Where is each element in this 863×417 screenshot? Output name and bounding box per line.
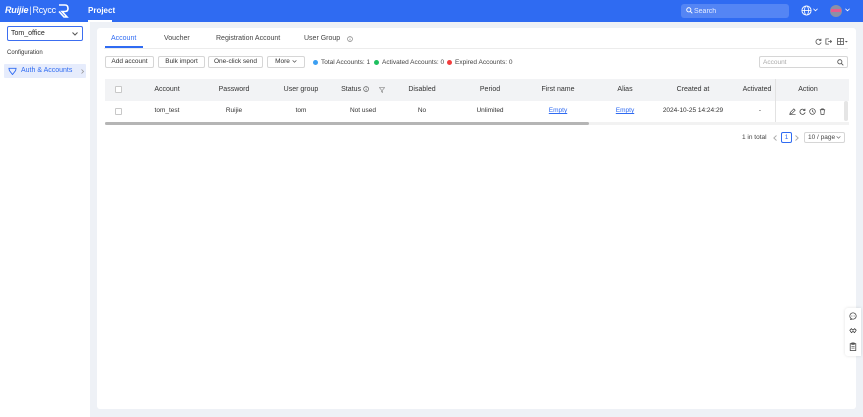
nav-project-tab[interactable]: Project [88, 6, 115, 15]
more-button-label: More [275, 58, 290, 65]
tab-user-group[interactable]: User Group [304, 35, 340, 42]
bulk-import-button[interactable]: Bulk import [158, 56, 205, 68]
cell-password: Ruijie [225, 107, 243, 114]
sidebar-section-label: Configuration [7, 50, 43, 56]
table-header [105, 79, 849, 101]
brand-name-ruijie: Ruijie [5, 5, 29, 15]
row-checkbox[interactable] [115, 108, 122, 115]
column-header-alias: Alias [617, 86, 633, 93]
column-header-account[interactable]: Account [154, 86, 179, 93]
sidebar: Tom_office Configuration Auth & Accounts [0, 22, 90, 417]
floating-help-toolbar [845, 308, 861, 356]
table-horizontal-scroll-thumb[interactable] [105, 122, 589, 125]
pagination-total: 1 in total [742, 134, 767, 141]
column-header-period: Period [479, 86, 501, 93]
column-header-status: Status [341, 86, 369, 93]
column-header-password: Password [218, 86, 250, 93]
info-icon[interactable] [363, 86, 369, 92]
project-select[interactable]: Tom_office [7, 26, 83, 41]
filter-icon[interactable] [379, 87, 385, 93]
chat-icon[interactable] [849, 312, 857, 320]
chevron-down-icon [292, 59, 297, 63]
pagination-page-1[interactable]: 1 [781, 132, 792, 143]
total-accounts-stat: Total Accounts: 1 [321, 59, 371, 66]
column-header-created-at[interactable]: Created at [677, 86, 710, 93]
brand-mark-icon [58, 4, 69, 18]
expired-status-dot [447, 60, 452, 65]
column-header-status-label: Status [341, 86, 361, 93]
info-icon[interactable] [347, 36, 353, 42]
export-icon[interactable] [825, 38, 832, 45]
more-button[interactable]: More [267, 56, 305, 68]
column-header-activated: Activated [742, 86, 772, 93]
table-horizontal-scrollbar[interactable] [105, 122, 849, 125]
global-search-input[interactable] [694, 5, 784, 17]
refresh-icon[interactable] [815, 38, 822, 45]
cell-created-at: 2024-10-25 14:24:29 [662, 107, 724, 114]
chevron-down-icon[interactable] [845, 8, 850, 12]
search-icon [686, 7, 693, 14]
cell-status: Not used [349, 107, 377, 114]
chevron-down-icon [836, 136, 841, 139]
shield-icon [8, 67, 17, 75]
tab-registration-account[interactable]: Registration Account [216, 35, 280, 42]
chevron-down-icon[interactable] [813, 8, 818, 12]
handshake-icon[interactable] [849, 327, 857, 335]
page-size-value: 10 / page [808, 134, 836, 141]
trash-icon[interactable] [819, 108, 826, 115]
brand-name-rcycc: Rcycc [32, 5, 56, 15]
column-header-disabled: Disabled [408, 86, 436, 93]
top-navigation-bar: Ruijie|Rcycc Project [0, 0, 863, 22]
clipboard-icon[interactable] [849, 342, 857, 351]
edit-icon[interactable] [789, 108, 796, 115]
nav-active-indicator [88, 20, 112, 22]
account-search-input[interactable] [763, 58, 833, 67]
reset-icon[interactable] [799, 108, 806, 115]
select-all-checkbox[interactable] [115, 86, 122, 93]
cell-disabled: No [417, 107, 427, 114]
globe-icon[interactable] [801, 5, 812, 16]
accounts-table: Account Password User group Status Disab… [105, 79, 849, 127]
cell-first-name-link[interactable]: Empty [549, 107, 567, 114]
column-header-first-name: First name [541, 86, 575, 93]
column-header-action: Action [798, 86, 818, 93]
project-select-value: Tom_office [11, 30, 45, 37]
column-settings-icon[interactable] [837, 38, 848, 45]
tab-account[interactable]: Account [111, 35, 136, 42]
action-column-divider [775, 79, 776, 122]
search-icon[interactable] [837, 59, 844, 66]
page-size-select[interactable]: 10 / page [804, 132, 845, 143]
sidebar-item-auth-accounts[interactable]: Auth & Accounts [4, 64, 86, 78]
chevron-right-icon[interactable] [795, 135, 799, 141]
global-search[interactable] [681, 4, 789, 18]
activated-accounts-stat: Activated Accounts: 0 [382, 59, 445, 66]
one-click-send-button[interactable]: One-click send [208, 56, 263, 68]
activated-status-dot [374, 60, 379, 65]
cell-account: tom_test [154, 107, 180, 114]
account-search[interactable] [759, 56, 848, 68]
cell-period: Unlimited [476, 107, 504, 114]
main-content-card: Account Voucher Registration Account Use… [97, 28, 856, 409]
chevron-left-icon[interactable] [773, 135, 777, 141]
user-avatar[interactable] [830, 5, 842, 17]
tab-divider [104, 48, 848, 49]
column-header-user-group: User group [283, 86, 319, 93]
table-vertical-scrollbar[interactable] [844, 101, 848, 121]
brand-logo-text[interactable]: Ruijie|Rcycc [5, 5, 56, 15]
cell-user-group: tom [295, 107, 307, 114]
cell-activated: - [758, 107, 762, 114]
clock-icon[interactable] [809, 108, 816, 115]
sidebar-item-label: Auth & Accounts [21, 67, 73, 74]
tab-voucher[interactable]: Voucher [164, 35, 190, 42]
chevron-right-icon [81, 69, 84, 74]
expired-accounts-stat: Expired Accounts: 0 [455, 59, 513, 66]
total-status-dot [313, 60, 318, 65]
chevron-down-icon [72, 32, 78, 36]
tab-bar: Account Voucher Registration Account Use… [97, 28, 856, 49]
cell-alias-link[interactable]: Empty [616, 107, 634, 114]
add-account-button[interactable]: Add account [105, 56, 154, 68]
